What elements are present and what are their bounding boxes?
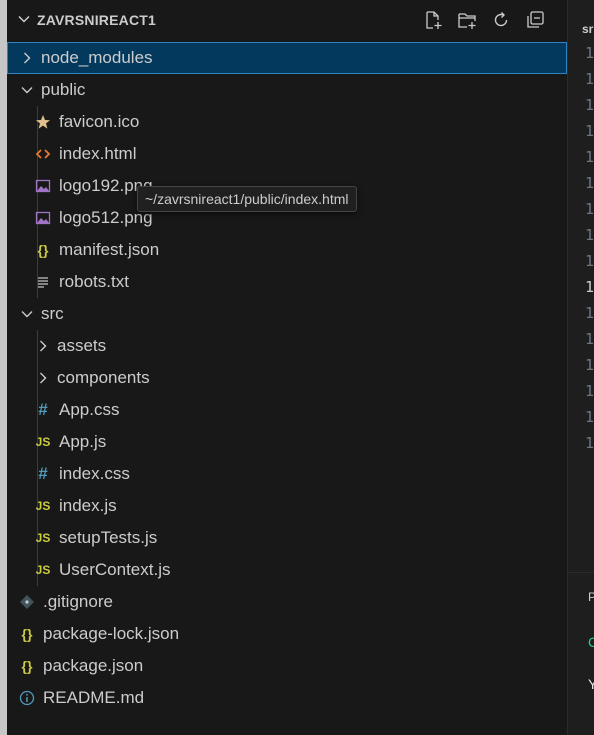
line-number: 1 [585, 70, 594, 88]
tree-item-label: manifest.json [59, 240, 160, 259]
tree-item-label: UserContext.js [59, 560, 171, 579]
line-number: 1 [585, 434, 594, 452]
tree-item-label: node_modules [41, 48, 153, 67]
panel-divider [568, 572, 594, 573]
line-number: 1 [585, 304, 594, 322]
explorer-panel: ZAVRSNIREACT1 node_modulespublic favicon.… [0, 0, 567, 735]
tree-item-public[interactable]: public [7, 74, 567, 106]
info-icon [17, 690, 37, 706]
new-folder-icon[interactable] [457, 10, 477, 33]
panel-tab-fragment[interactable]: P [588, 590, 594, 604]
refresh-icon[interactable] [491, 10, 511, 33]
tree-item-label: assets [57, 336, 107, 355]
new-file-icon[interactable] [423, 10, 443, 33]
tree-item-index-html[interactable]: index.html [7, 138, 567, 170]
line-number: 1 [585, 278, 594, 296]
html-file-icon [33, 146, 53, 162]
tree-item-label: public [41, 80, 86, 99]
tree-item-label: README.md [43, 688, 145, 707]
js-file-icon: JS [35, 563, 51, 577]
explorer-actions [423, 10, 545, 33]
js-file-icon: JS [35, 531, 51, 545]
line-number: 1 [585, 382, 594, 400]
line-number: 1 [585, 356, 594, 374]
tree-item-label: index.html [59, 144, 137, 163]
tree-item-label: index.js [59, 496, 117, 515]
text-file-icon [33, 274, 53, 290]
tree-item-label: package-lock.json [43, 624, 180, 643]
tree-item-label: setupTests.js [59, 528, 158, 547]
line-number: 1 [585, 174, 594, 192]
chevron-right-icon [33, 336, 53, 356]
editor-tab-fragment[interactable]: sr [582, 22, 593, 36]
image-file-icon [33, 178, 53, 194]
tree-item-node-modules[interactable]: node_modules [7, 42, 567, 74]
star-icon [33, 114, 53, 130]
terminal-text-fragment: C [588, 634, 594, 650]
line-number: 1 [585, 148, 594, 166]
tree-item-app-css[interactable]: # App.css [7, 394, 567, 426]
tree-item-gitignore[interactable]: .gitignore [7, 586, 567, 618]
js-file-icon: JS [35, 499, 51, 513]
tree-item-assets[interactable]: assets [7, 330, 567, 362]
tree-item-label: App.css [59, 400, 120, 419]
line-number: 1 [585, 200, 594, 218]
chevron-right-icon [33, 368, 53, 388]
chevron-right-icon [17, 48, 37, 68]
line-number: 1 [585, 330, 594, 348]
git-file-icon [17, 594, 37, 610]
tree-item-index-js[interactable]: JS index.js [7, 490, 567, 522]
line-number: 1 [585, 226, 594, 244]
line-number: 1 [585, 122, 594, 140]
css-file-icon: # [38, 400, 48, 419]
tree-item-label: src [41, 304, 64, 323]
json-file-icon: {} [37, 242, 49, 258]
tree-item-usercontext-js[interactable]: JS UserContext.js [7, 554, 567, 586]
image-file-icon [33, 210, 53, 226]
tree-item-setuptests-js[interactable]: JS setupTests.js [7, 522, 567, 554]
tree-item-src[interactable]: src [7, 298, 567, 330]
line-number: 1 [585, 252, 594, 270]
tree-item-app-js[interactable]: JS App.js [7, 426, 567, 458]
line-number: 1 [585, 96, 594, 114]
editor-area: sr 1 1 1 1 1 1 1 1 1 1 1 1 1 1 1 1 P C Y [567, 0, 594, 735]
line-number: 1 [585, 408, 594, 426]
js-file-icon: JS [35, 435, 51, 449]
tree-item-label: favicon.ico [59, 112, 140, 131]
chevron-down-icon[interactable] [13, 12, 35, 29]
tree-item-label: .gitignore [43, 592, 113, 611]
chevron-down-icon [17, 80, 37, 100]
workspace-title: ZAVRSNIREACT1 [37, 12, 157, 28]
tree-item-readme-md[interactable]: README.md [7, 682, 567, 714]
tree-item-components[interactable]: components [7, 362, 567, 394]
tree-item-label: package.json [43, 656, 144, 675]
tree-item-robots-txt[interactable]: robots.txt [7, 266, 567, 298]
tree-item-favicon-ico[interactable]: favicon.ico [7, 106, 567, 138]
tree-item-label: index.css [59, 464, 130, 483]
tree-item-label: App.js [59, 432, 107, 451]
terminal-text-fragment-2: Y [588, 676, 594, 692]
collapse-all-icon[interactable] [525, 10, 545, 33]
tree-item-manifest-json[interactable]: {} manifest.json [7, 234, 567, 266]
json-file-icon: {} [21, 626, 33, 642]
json-file-icon: {} [21, 658, 33, 674]
tree-item-package-json[interactable]: {} package.json [7, 650, 567, 682]
path-tooltip: ~/zavrsnireact1/public/index.html [137, 186, 357, 212]
tree-item-package-lock-json[interactable]: {} package-lock.json [7, 618, 567, 650]
activity-bar-edge [0, 0, 7, 735]
tree-item-label: robots.txt [59, 272, 129, 291]
explorer-header[interactable]: ZAVRSNIREACT1 [7, 0, 567, 40]
chevron-down-icon [17, 304, 37, 324]
css-file-icon: # [38, 464, 48, 483]
tree-item-label: components [57, 368, 150, 387]
line-number: 1 [585, 44, 594, 62]
tree-item-index-css[interactable]: # index.css [7, 458, 567, 490]
